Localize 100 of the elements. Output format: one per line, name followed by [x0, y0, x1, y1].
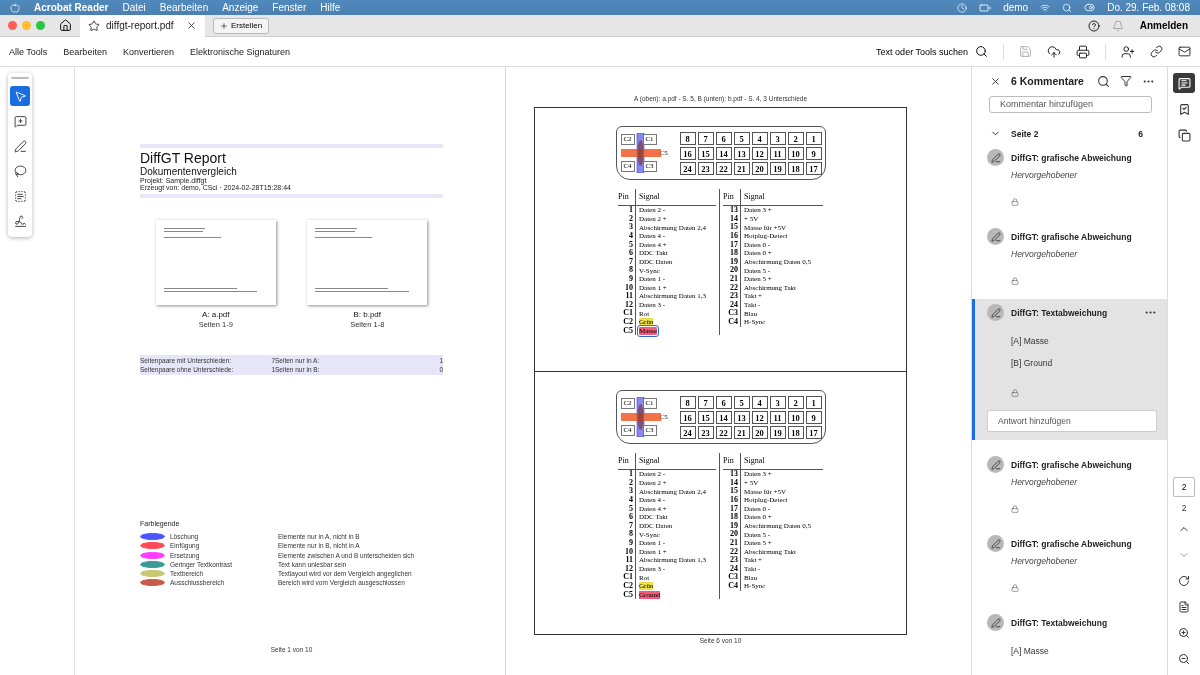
pin-number: 16	[723, 495, 741, 505]
pin-number: 17	[723, 240, 741, 250]
comment-card[interactable]: DiffGT: grafische Abweichung Hervorgehobener	[972, 141, 1167, 220]
pin-number: C4	[723, 581, 741, 591]
pin-number: 19	[723, 257, 741, 267]
select-tool-icon	[13, 89, 27, 103]
pin-number: 4	[751, 131, 768, 145]
pin-number: 14	[715, 146, 732, 160]
close-icon[interactable]	[186, 20, 197, 31]
pin-number: C5	[618, 590, 636, 600]
document-tab[interactable]: diffgt-report.pdf	[80, 14, 205, 37]
pin-number: 23	[697, 161, 714, 175]
pin-number: C1	[618, 309, 636, 318]
pin-number: 16	[723, 231, 741, 241]
menu-item[interactable]: Datei	[122, 2, 146, 13]
sign-in-button[interactable]: Anmelden	[1135, 20, 1192, 31]
filter-button[interactable]	[1120, 75, 1132, 88]
pin-number: 12	[751, 410, 768, 424]
comments-button[interactable]	[1173, 73, 1195, 93]
lock-icon	[1011, 584, 1019, 592]
comment-input[interactable]: Kommentar hinzufügen	[989, 96, 1152, 113]
select-tool-button[interactable]	[10, 86, 30, 106]
pin-number: 14	[723, 214, 741, 224]
pin-number: 20	[723, 266, 741, 275]
tools-search-button[interactable]: Text oder Tools suchen	[876, 45, 988, 58]
column-header: Signal	[741, 189, 823, 207]
menu-item[interactable]: Fenster	[272, 2, 307, 13]
pin-number: 13	[733, 146, 750, 160]
pin-number: 21	[733, 161, 750, 175]
comment-card[interactable]: DiffGT: Textabweichung [A] Masse [B] Ground Antwort hinzufügen	[972, 299, 1167, 440]
create-button[interactable]: Erstellen	[213, 17, 270, 34]
search-icon[interactable]	[1062, 2, 1073, 13]
wifi-icon[interactable]	[1040, 2, 1051, 13]
pin-number: 6	[715, 395, 732, 409]
app-name[interactable]: Acrobat Reader	[34, 2, 109, 13]
clock[interactable]: Do. 29. Feb. 08:08	[1107, 2, 1190, 13]
pin-number: 24	[723, 564, 741, 574]
pin-number: 7	[697, 131, 714, 145]
tab-title: diffgt-report.pdf	[106, 20, 175, 31]
toolbar-menu-item[interactable]: Alle Tools	[9, 46, 48, 57]
comment-card[interactable]: DiffGT: grafische Abweichung Hervorgehobener	[972, 448, 1167, 527]
pin-number: 18	[787, 425, 804, 439]
text-select-tool-icon	[13, 189, 27, 203]
search-button[interactable]	[1097, 74, 1110, 88]
pin-number: C3	[723, 573, 741, 582]
zoom-in-icon	[1178, 627, 1190, 639]
column-header: Signal	[636, 453, 716, 471]
share-icon[interactable]	[1121, 44, 1135, 59]
close-button[interactable]	[990, 75, 1001, 87]
comment-card[interactable]: DiffGT: Textabweichung [A] Masse	[972, 606, 1167, 675]
pin-number: 20	[751, 425, 768, 439]
pin-number: 10	[787, 146, 804, 160]
star-icon[interactable]	[88, 19, 100, 32]
pin-number: 2	[618, 478, 636, 488]
lock-icon	[1011, 198, 1019, 206]
battery-icon[interactable]	[979, 1, 992, 14]
pin-number: C4	[723, 317, 741, 327]
pin-number: 3	[769, 395, 786, 409]
page-input[interactable]: 2	[1173, 477, 1195, 497]
pin-number: 19	[723, 521, 741, 531]
menu-item[interactable]: Hilfe	[320, 2, 341, 13]
home-icon[interactable]	[59, 19, 72, 32]
user-name[interactable]: demo	[1003, 2, 1029, 13]
pin-number: 3	[618, 223, 636, 232]
report-title: DiffGT Report	[140, 150, 227, 166]
page-icon	[1178, 601, 1190, 613]
print-icon[interactable]	[1076, 44, 1090, 59]
reply-input[interactable]: Antwort hinzufügen	[987, 410, 1157, 432]
pin-number: 17	[805, 161, 822, 175]
search-icon	[1097, 74, 1110, 88]
toolbar-menu-item[interactable]: Bearbeiten	[63, 46, 107, 57]
mail-icon[interactable]	[1178, 45, 1191, 58]
sign-tool-icon	[13, 214, 27, 228]
pin-number: 3	[618, 487, 636, 496]
lasso-tool-icon	[13, 164, 27, 178]
comment-card[interactable]: DiffGT: grafische Abweichung Hervorgehobener	[972, 527, 1167, 606]
control-center-icon[interactable]	[1084, 2, 1096, 13]
menu-item[interactable]: Bearbeiten	[159, 2, 209, 13]
lock-icon	[1011, 389, 1019, 397]
comment-card[interactable]: DiffGT: grafische Abweichung Hervorgehobener	[972, 220, 1167, 299]
pin-number: 5	[618, 504, 636, 514]
pin-number: 17	[723, 504, 741, 514]
pin-number: 11	[769, 410, 786, 424]
pin-number: 19	[769, 161, 786, 175]
upload-icon[interactable]	[1047, 44, 1061, 59]
file-label: A: a.pdf	[201, 310, 230, 319]
pin-number: 16	[679, 146, 696, 160]
page-group-label[interactable]: Seite 2	[1011, 128, 1129, 139]
link-icon[interactable]	[1150, 45, 1163, 58]
pin-number: 15	[723, 487, 741, 496]
pin-number: 23	[723, 556, 741, 565]
comment-icon	[1177, 76, 1191, 90]
pin-number: 12	[751, 146, 768, 160]
comment-text: [A] Masse	[1010, 335, 1050, 348]
help-icon[interactable]	[1087, 19, 1100, 32]
menu-item[interactable]: Anzeige	[222, 2, 259, 13]
toolbar-menu-item[interactable]: Elektronische Signaturen	[189, 46, 290, 57]
file-label: B: b.pdf	[353, 310, 382, 319]
pin-number: 8	[679, 395, 696, 409]
toolbar-menu-item[interactable]: Konvertieren	[122, 46, 174, 57]
